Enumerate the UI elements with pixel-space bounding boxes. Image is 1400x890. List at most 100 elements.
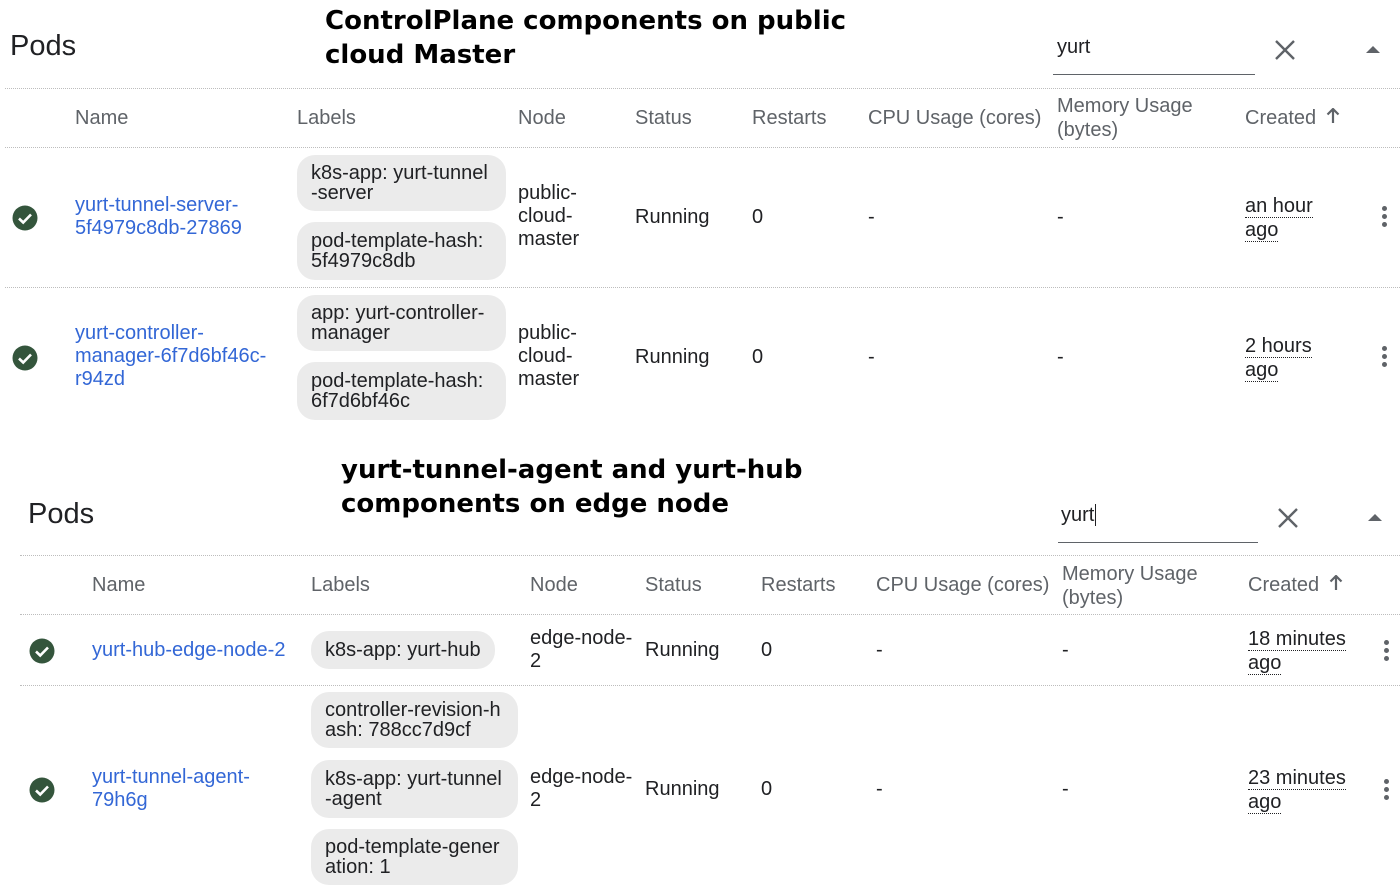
node-line: 2 [530, 789, 542, 811]
created-line: 2 hours [1245, 335, 1312, 358]
pod-name-line: 5f4979c8db-27869 [75, 217, 242, 239]
pod-name-line: r94zd [75, 368, 126, 390]
label-chip-text: k8s-app: yurt-hub [325, 639, 481, 661]
cpu-cell: - [876, 639, 883, 661]
column-header-memory-line: Memory Usage [1057, 95, 1193, 117]
node-line: master [518, 368, 580, 390]
panel-title: Pods [28, 498, 95, 530]
close-icon[interactable] [1274, 39, 1296, 61]
label-chip: pod-template-hash: 5f4979c8db [297, 222, 506, 280]
column-header-memory[interactable]: Memory Usage (bytes) [1057, 94, 1193, 142]
node-cell: public- cloud- master [518, 182, 579, 251]
column-header-restarts[interactable]: Restarts [761, 573, 835, 597]
label-chip: controller-revision-hash: 788cc7d9cf [311, 692, 518, 748]
pod-name-link[interactable]: yurt-tunnel-server- 5f4979c8db-27869 [75, 194, 242, 240]
annotation-line: cloud Master [325, 40, 516, 70]
more-vert-icon[interactable] [1383, 779, 1389, 803]
divider [5, 147, 1400, 148]
column-header-memory[interactable]: Memory Usage (bytes) [1062, 562, 1198, 610]
memory-cell: - [1057, 346, 1064, 368]
divider [20, 555, 1400, 556]
cpu-cell: - [876, 778, 883, 800]
search-underline [1053, 74, 1255, 75]
pod-name-line: yurt-controller- [75, 322, 204, 344]
divider [5, 88, 1400, 89]
annotation-line: ControlPlane components on public [325, 6, 847, 36]
column-header-node[interactable]: Node [530, 573, 578, 597]
created-line: ago [1245, 219, 1279, 242]
cpu-cell: - [868, 346, 875, 368]
check-circle-icon [29, 638, 55, 664]
label-chip: pod-template-generation: 1 [311, 829, 518, 885]
column-header-restarts[interactable]: Restarts [752, 106, 826, 130]
column-header-memory-line: (bytes) [1062, 587, 1124, 609]
column-header-created[interactable]: Created [1245, 106, 1316, 130]
search-input[interactable]: yurt [1058, 498, 1258, 544]
label-chip: k8s-app: yurt-tunnel-agent [311, 760, 518, 818]
more-vert-icon[interactable] [1381, 206, 1387, 230]
created-line: an hour [1245, 195, 1313, 218]
arrow-up-icon[interactable] [1326, 108, 1340, 124]
close-icon[interactable] [1277, 507, 1299, 529]
node-line: edge-node- [530, 766, 633, 788]
memory-cell: - [1062, 639, 1069, 661]
memory-cell: - [1057, 206, 1064, 228]
created-time: 2 hours ago [1245, 334, 1312, 382]
annotation-line: components on edge node [341, 489, 730, 519]
column-header-name[interactable]: Name [92, 573, 145, 597]
node-cell: edge-node- 2 [530, 766, 632, 812]
arrow-drop-up-icon[interactable] [1367, 512, 1383, 522]
label-chip: pod-template-hash: 6f7d6bf46c [297, 362, 506, 420]
created-time: 23 minutes ago [1248, 766, 1346, 814]
pod-name-line: yurt-tunnel-agent- [92, 766, 250, 788]
arrow-up-icon[interactable] [1329, 575, 1343, 591]
node-line: 2 [530, 650, 542, 672]
created-line: ago [1248, 791, 1282, 814]
label-chip-text: pod-template-generation: 1 [325, 836, 500, 878]
pod-name-line: yurt-tunnel-server- [75, 194, 239, 216]
label-chip: k8s-app: yurt-hub [311, 631, 495, 669]
node-cell: public- cloud- master [518, 322, 579, 391]
column-header-status[interactable]: Status [635, 106, 692, 130]
restarts-cell: 0 [761, 778, 773, 800]
pod-name-link[interactable]: yurt-hub-edge-node-2 [92, 639, 285, 662]
column-header-status[interactable]: Status [645, 573, 702, 597]
column-header-node[interactable]: Node [518, 106, 566, 130]
pod-name-link[interactable]: yurt-tunnel-agent- 79h6g [92, 766, 250, 812]
search-input[interactable]: yurt [1053, 30, 1255, 76]
pod-name-link[interactable]: yurt-controller- manager-6f7d6bf46c- r94… [75, 322, 266, 391]
search-underline [1058, 542, 1258, 543]
pod-name-line: manager-6f7d6bf46c- [75, 345, 267, 367]
node-line: cloud- [518, 345, 573, 367]
column-header-labels[interactable]: Labels [297, 106, 356, 130]
column-header-memory-line: Memory Usage [1062, 563, 1198, 585]
divider [5, 287, 1400, 288]
search-value: yurt [1057, 36, 1091, 58]
label-chip-text: pod-template-hash: 6f7d6bf46c [311, 370, 484, 412]
node-line: master [518, 228, 580, 250]
search-value: yurt [1061, 504, 1097, 526]
check-circle-icon [12, 205, 38, 231]
panel-title: Pods [10, 30, 77, 62]
pod-name-line: 79h6g [92, 789, 148, 811]
created-line: ago [1245, 359, 1279, 382]
more-vert-icon[interactable] [1383, 640, 1389, 664]
restarts-cell: 0 [752, 206, 764, 228]
column-header-cpu[interactable]: CPU Usage (cores) [876, 573, 1049, 597]
column-header-cpu[interactable]: CPU Usage (cores) [868, 106, 1041, 130]
label-chip-text: controller-revision-hash: 788cc7d9cf [325, 699, 501, 741]
created-time: 18 minutes ago [1248, 627, 1346, 675]
check-circle-icon [29, 777, 55, 803]
restarts-cell: 0 [752, 346, 764, 368]
annotation-title: ControlPlane components on public cloud … [325, 4, 846, 72]
annotation-title: yurt-tunnel-agent and yurt-hub component… [341, 453, 802, 521]
created-time: an hour ago [1245, 194, 1313, 242]
label-chip: app: yurt-controller-manager [297, 295, 506, 351]
more-vert-icon[interactable] [1381, 346, 1387, 370]
column-header-name[interactable]: Name [75, 106, 128, 130]
node-line: public- [518, 182, 577, 204]
arrow-drop-up-icon[interactable] [1365, 44, 1381, 54]
divider [20, 614, 1400, 615]
column-header-labels[interactable]: Labels [311, 573, 370, 597]
column-header-created[interactable]: Created [1248, 573, 1319, 597]
